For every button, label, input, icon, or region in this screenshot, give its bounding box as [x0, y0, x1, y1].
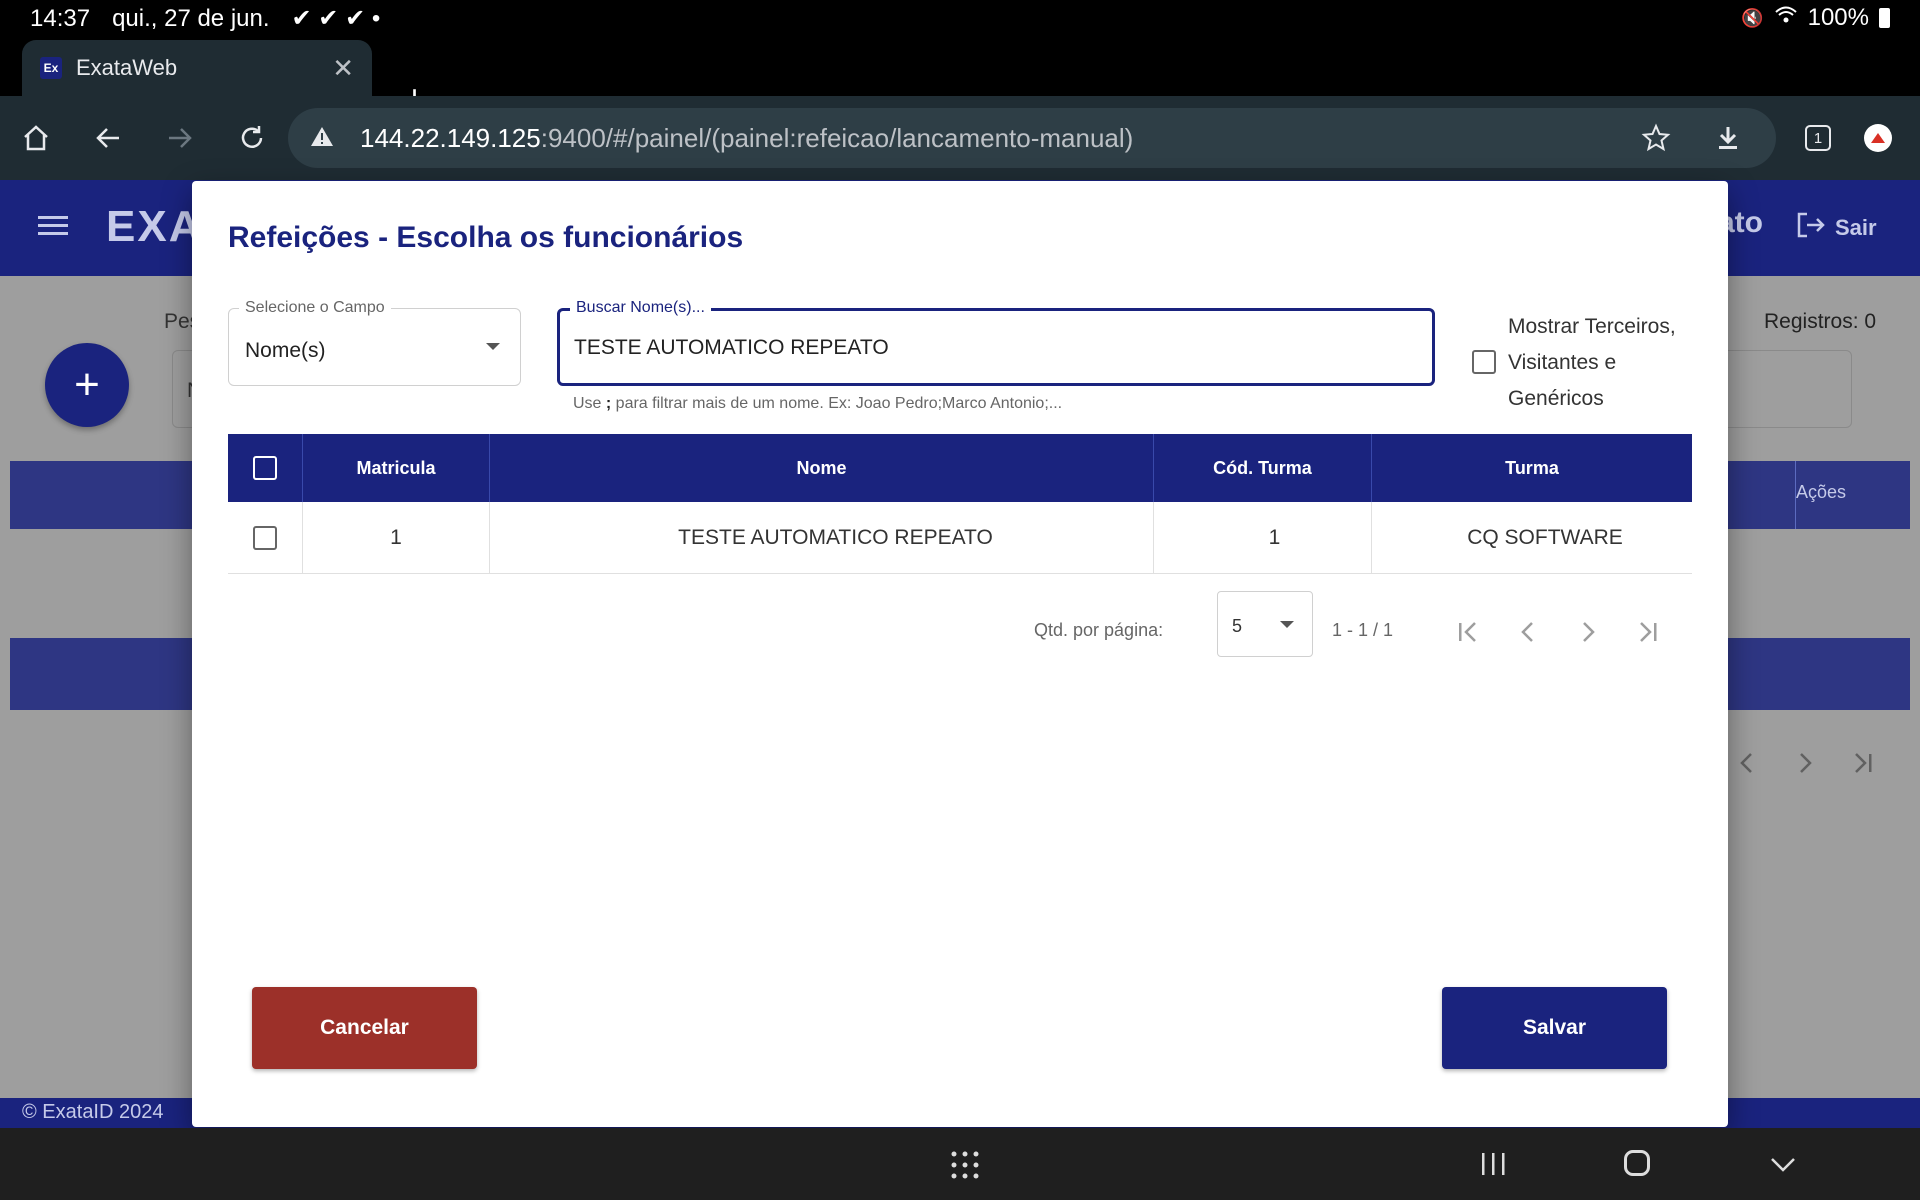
not-secure-warning-icon[interactable]: [310, 123, 334, 154]
status-bar: 14:37 qui., 27 de jun. ✔ ✔ ✔ • 🔇 100%: [0, 0, 1920, 36]
search-hint: Use ; para filtrar mais de um nome. Ex: …: [573, 395, 1062, 413]
dropdown-arrow-icon: [1280, 621, 1294, 628]
footer-copyright: © ExataID 2024: [22, 1101, 164, 1123]
check-icon: ✔ ✔ ✔ •: [291, 5, 381, 32]
reload-icon[interactable]: [232, 118, 272, 158]
next-page-button[interactable]: [1568, 612, 1608, 652]
tab-switcher-icon[interactable]: 1: [1798, 118, 1838, 158]
recent-apps-icon[interactable]: [1480, 1150, 1506, 1183]
status-date: qui., 27 de jun.: [112, 4, 270, 32]
wifi-icon: [1774, 4, 1798, 32]
back-icon[interactable]: [88, 118, 128, 158]
hide-keyboard-icon[interactable]: [1768, 1152, 1798, 1181]
table-header: Matricula Nome Cód. Turma Turma: [228, 434, 1692, 502]
row-checkbox[interactable]: [253, 525, 277, 550]
bg-paginator: [1732, 748, 1878, 778]
cancel-button[interactable]: Cancelar: [252, 987, 477, 1069]
show-third-party-checkbox[interactable]: [1472, 350, 1496, 374]
logout-icon: [1795, 210, 1827, 246]
logout-button[interactable]: Sair: [1795, 210, 1877, 246]
row-select-cell: [228, 502, 303, 573]
table-row[interactable]: 1 TESTE AUTOMATICO REPEATO 1 CQ SOFTWARE: [228, 502, 1692, 574]
header-matricula[interactable]: Matricula: [303, 434, 490, 502]
favicon-icon: Ex: [40, 57, 62, 79]
browser-toolbar: 144.22.149.125:9400/#/painel/(painel:ref…: [0, 96, 1920, 180]
choose-employees-dialog: Refeições - Escolha os funcionários Sele…: [192, 181, 1728, 1127]
mute-icon: 🔇: [1741, 7, 1764, 28]
bg-prev-icon: [1740, 753, 1752, 773]
address-bar[interactable]: 144.22.149.125:9400/#/painel/(painel:ref…: [288, 108, 1776, 168]
forward-icon[interactable]: [160, 118, 200, 158]
registros-count: Registros: 0: [1764, 310, 1877, 333]
dialog-title: Refeições - Escolha os funcionários: [228, 221, 744, 254]
prev-page-button[interactable]: [1508, 612, 1548, 652]
url-path: :9400/#/painel/(painel:refeicao/lancamen…: [540, 122, 1134, 153]
last-page-button[interactable]: [1628, 612, 1668, 652]
paginator: Qtd. por página: 5 1 - 1 / 1: [228, 586, 1692, 657]
system-nav-bar: [0, 1128, 1920, 1200]
download-icon[interactable]: [1708, 118, 1748, 158]
page-range: 1 - 1 / 1: [1332, 620, 1394, 640]
menu-icon[interactable]: [38, 214, 68, 243]
tab-strip: Ex ExataWeb ✕ +: [0, 36, 1920, 118]
app-drawer-icon[interactable]: [948, 1148, 982, 1187]
page-size-value: 5: [1232, 616, 1243, 636]
first-page-button[interactable]: [1448, 612, 1488, 652]
cell-cod-turma: 1: [1154, 502, 1372, 573]
show-third-party-label[interactable]: Mostrar Terceiros, Visitantes e Genérico…: [1508, 309, 1708, 417]
prev-page-icon: [1521, 622, 1533, 642]
tab-count: 1: [1805, 125, 1831, 151]
search-names-field[interactable]: Buscar Nome(s)...: [557, 299, 1435, 386]
field-select-value: Nome(s): [245, 339, 326, 362]
bg-next-icon: [1800, 753, 1812, 773]
add-button[interactable]: +: [45, 343, 129, 427]
status-time: 14:37: [30, 4, 91, 32]
header-cod-turma[interactable]: Cód. Turma: [1154, 434, 1372, 502]
search-hint-post: para filtrar mais de um nome. Ex: Joao P…: [611, 395, 1063, 412]
page-size-label: Qtd. por página:: [1034, 620, 1164, 640]
header-turma[interactable]: Turma: [1372, 434, 1692, 502]
cell-matricula: 1: [303, 502, 490, 573]
plus-icon: +: [74, 360, 100, 409]
logout-label: Sair: [1835, 215, 1877, 240]
tab-title: ExataWeb: [76, 55, 178, 80]
search-hint-pre: Use: [573, 395, 606, 412]
first-page-icon: [1459, 622, 1476, 642]
last-page-icon: [1640, 622, 1657, 642]
app-logo: EXA: [106, 202, 203, 251]
dropdown-arrow-icon: [486, 343, 500, 350]
header-nome[interactable]: Nome: [490, 434, 1154, 502]
profile-update-icon[interactable]: [1858, 118, 1898, 158]
close-tab-icon[interactable]: ✕: [332, 53, 354, 84]
url-host: 144.22.149.125: [360, 122, 541, 153]
select-all-checkbox[interactable]: [253, 456, 277, 480]
search-names-label: Buscar Nome(s)...: [570, 299, 711, 317]
cell-nome: TESTE AUTOMATICO REPEATO: [490, 502, 1154, 573]
battery-level: 100%: [1807, 4, 1869, 31]
field-select-label: Selecione o Campo: [239, 299, 391, 317]
acoes-header: Ações: [1796, 482, 1847, 502]
battery-icon: [1879, 8, 1890, 28]
save-button[interactable]: Salvar: [1442, 987, 1667, 1069]
select-all-cell: [228, 434, 303, 502]
cell-turma: CQ SOFTWARE: [1467, 525, 1623, 549]
field-select[interactable]: Selecione o Campo Nome(s): [228, 299, 521, 386]
home-nav-icon[interactable]: [1624, 1150, 1650, 1176]
search-names-input[interactable]: [574, 333, 1414, 363]
next-page-icon: [1583, 622, 1595, 642]
browser-tab[interactable]: Ex ExataWeb ✕: [22, 40, 372, 96]
page-size-select[interactable]: 5: [1217, 591, 1313, 657]
bg-last-icon: [1855, 753, 1872, 773]
bookmark-star-icon[interactable]: [1636, 118, 1676, 158]
home-icon[interactable]: [16, 118, 56, 158]
